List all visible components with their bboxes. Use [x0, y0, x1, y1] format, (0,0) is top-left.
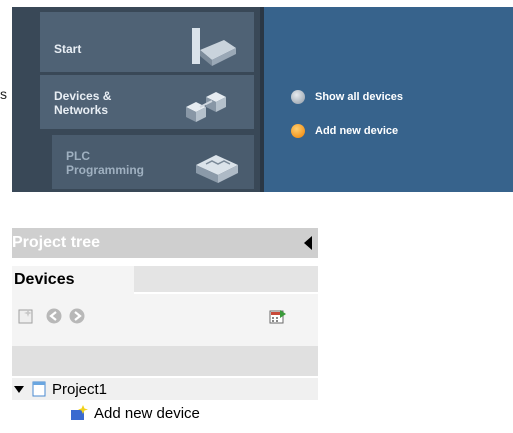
add-device-icon: [71, 405, 88, 420]
add-new-device-label: Add new device: [315, 125, 399, 137]
new-project-icon[interactable]: [18, 308, 36, 324]
back-icon[interactable]: [46, 308, 62, 324]
tree-item-add-new-device[interactable]: Add new device: [12, 402, 318, 424]
tree-toolbar: [12, 294, 318, 346]
portal-panel: Start Devices & Networks PLC Programming…: [12, 7, 513, 192]
plc-programming-icon: [196, 155, 238, 183]
tab-devices[interactable]: Devices: [12, 266, 134, 294]
show-all-devices-label: Show all devices: [315, 91, 404, 103]
project-tree-title: Project tree: [12, 234, 101, 251]
nav-devices-label: Devices & Networks: [54, 89, 112, 117]
project-label: Project1: [52, 380, 108, 398]
bullet-active-icon: [291, 124, 305, 138]
show-all-devices-link[interactable]: Show all devices: [291, 90, 403, 104]
start-icon: [192, 28, 236, 66]
project-tree-header: Project tree: [12, 228, 318, 258]
view-icon[interactable]: [269, 308, 287, 324]
nav-start-label: Start: [54, 42, 82, 56]
project-icon: [32, 381, 46, 397]
tree-filter-band: [12, 346, 318, 376]
project-tree-panel: Project tree Devices Project1 Add new de…: [12, 228, 318, 433]
portal-actions: Show all devices Add new device: [264, 7, 513, 192]
nav-plc-programming[interactable]: PLC Programming: [52, 135, 254, 189]
devices-networks-icon: [186, 92, 226, 122]
collapse-icon[interactable]: [304, 236, 312, 250]
nav-devices-networks[interactable]: Devices & Networks: [40, 75, 254, 129]
add-new-device-tree-label: Add new device: [94, 404, 200, 422]
nav-start[interactable]: Start: [40, 12, 254, 72]
add-new-device-link[interactable]: Add new device: [291, 124, 398, 138]
forward-icon[interactable]: [69, 308, 85, 324]
bullet-icon: [291, 90, 305, 104]
nav-plc-label: PLC Programming: [66, 149, 145, 177]
tree-item-project[interactable]: Project1: [12, 378, 318, 400]
clipped-text: s: [0, 86, 7, 102]
expand-arrow-icon[interactable]: [14, 385, 24, 393]
portal-nav: Start Devices & Networks PLC Programming: [12, 7, 260, 192]
tab-devices-label: Devices: [14, 271, 75, 288]
